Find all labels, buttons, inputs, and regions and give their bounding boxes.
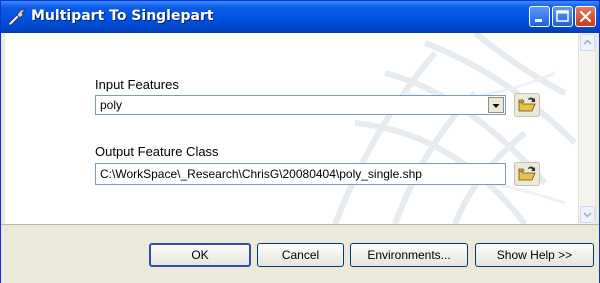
- wrench-tool-icon: [8, 9, 26, 26]
- maximize-icon: [556, 10, 569, 22]
- chevron-up-icon: [583, 39, 592, 45]
- dialog-window: Multipart To Singlepart Input Features p…: [0, 0, 600, 283]
- output-feature-class-input[interactable]: C:\WorkSpace\_Research\ChrisG\20080404\p…: [95, 163, 506, 185]
- browse-input-folder-icon[interactable]: [514, 93, 540, 117]
- dialog-body: Input Features poly Output Feature Class…: [5, 33, 595, 224]
- maximize-button[interactable]: [552, 6, 573, 27]
- ok-button[interactable]: OK: [149, 243, 251, 267]
- input-features-label: Input Features: [95, 77, 179, 92]
- output-feature-class-value: C:\WorkSpace\_Research\ChrisG\20080404\p…: [100, 167, 422, 181]
- scroll-up-button[interactable]: [580, 34, 595, 51]
- minimize-icon: [535, 19, 542, 22]
- minimize-button[interactable]: [529, 6, 550, 27]
- dialog-button-bar: OK Cancel Environments... Show Help >>: [1, 224, 599, 283]
- environments-button[interactable]: Environments...: [350, 243, 468, 267]
- close-icon: [579, 10, 592, 23]
- input-features-combo[interactable]: poly: [95, 95, 506, 115]
- input-features-value: poly: [100, 98, 123, 112]
- vertical-scrollbar[interactable]: [578, 33, 595, 224]
- close-button[interactable]: [575, 6, 596, 27]
- show-help-button[interactable]: Show Help >>: [475, 243, 594, 267]
- window-title: Multipart To Singlepart: [31, 8, 214, 24]
- output-feature-class-label: Output Feature Class: [95, 144, 219, 159]
- dropdown-arrow-icon: [492, 104, 500, 108]
- title-bar[interactable]: Multipart To Singlepart: [1, 1, 599, 33]
- globe-watermark-icon: [332, 33, 578, 224]
- scroll-down-button[interactable]: [580, 206, 595, 223]
- chevron-down-icon: [583, 212, 592, 218]
- cancel-button[interactable]: Cancel: [257, 243, 344, 267]
- browse-output-folder-icon[interactable]: [514, 162, 540, 186]
- input-features-dropdown-button[interactable]: [488, 97, 504, 113]
